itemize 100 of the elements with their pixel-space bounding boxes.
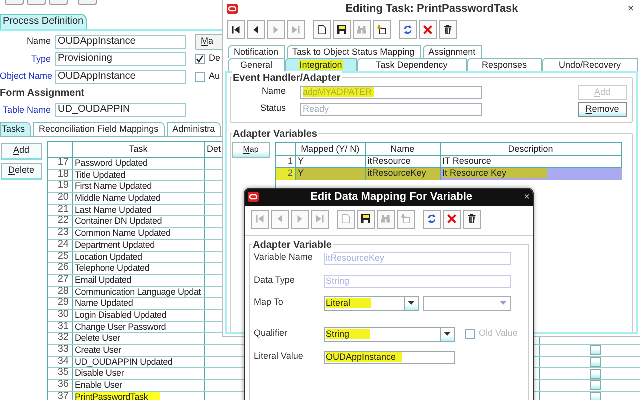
row-number: 32 [48,333,73,344]
table-row[interactable]: 1 Y itResource IT Resource [276,156,622,168]
checkbox-label: Old Value [479,327,518,340]
text-field[interactable]: OUDAppInstance [324,350,455,364]
field-label: Map To [253,296,284,310]
row-number: 23 [48,228,73,239]
map-button[interactable]: Map [232,142,270,158]
tab[interactable]: Notification [228,45,285,58]
table-cell: Disable User [75,368,124,380]
dropdown[interactable]: String [324,326,455,342]
toolbar-button[interactable] [313,20,331,39]
table-cell: Middle Name Updated [75,193,161,204]
action-button[interactable]: Remove [578,102,627,116]
refresh-icon [402,24,414,36]
row-number: 36 [48,380,73,391]
column-header: Description [440,143,622,155]
row-number: 22 [48,216,73,228]
page-icon [316,24,328,36]
toolbar-button[interactable] [247,20,265,39]
text-field[interactable]: UD_OUDAPPIN [55,103,186,118]
tab[interactable]: Tasks [0,122,32,136]
toolbar-button[interactable] [373,20,391,39]
table-cell: Delete User [75,333,120,344]
row-number: 33 [48,345,73,356]
row-number: 19 [48,181,73,192]
table-cell: First Name Updated [75,181,152,192]
checkbox[interactable] [590,368,601,379]
binoculars-icon [380,213,392,225]
table-row[interactable]: 2 Y itResourceKey It Resource Key [276,168,622,180]
toolbar-button[interactable] [333,20,351,39]
checkbox-label: De [209,52,221,66]
column-header: Task [73,142,205,157]
toolbar-button[interactable] [227,20,245,39]
caret-icon [444,332,451,336]
page-icon [340,213,352,225]
action-button[interactable]: Add [1,143,42,160]
table-cell: Password Updated [75,158,148,169]
row-number: 17 [48,158,73,169]
row-number: 26 [48,263,73,274]
toolbar-button[interactable] [357,210,375,228]
table-cell: Email Updated [75,274,132,286]
row-number: 31 [48,322,73,332]
checkbox[interactable] [590,380,601,390]
action-button[interactable]: Delete [1,163,42,180]
row-number: 20 [48,193,73,204]
dropdown[interactable]: Literal [324,296,419,310]
row-number: 25 [48,252,73,262]
tab[interactable]: Integration [285,58,357,71]
checkbox[interactable] [590,392,601,400]
field-label: Status [259,102,286,116]
tab[interactable]: Task to Object Status Mapping [286,45,421,58]
text-field[interactable]: Provisioning [55,52,186,66]
tab[interactable]: Responses [467,58,542,71]
skip-forward-icon [314,213,326,225]
tab[interactable]: Task Dependency [357,58,467,71]
field-label: Name [260,85,286,98]
checkbox[interactable] [195,72,205,82]
page-arrow-icon [376,24,388,36]
text-field[interactable]: OUDAppInstance [55,34,186,49]
toolbar-button[interactable] [439,20,457,39]
field-label: Data Type [253,274,296,288]
column-header: Name [366,143,441,155]
group-title: Event Handler/Adapter [232,71,342,86]
skip-back-icon [254,213,266,225]
row-number: 29 [48,298,73,309]
tab[interactable]: Assignment [422,45,482,58]
tab[interactable]: Reconciliation Field Mappings [33,122,165,136]
table-cell: Last Name Updated [75,204,152,216]
table-cell: Department Updated [75,240,155,251]
checkbox[interactable] [590,357,601,368]
tab[interactable]: Undo/Recovery [542,58,638,71]
table-cell: Create User [75,345,122,356]
toolbar-button[interactable] [399,20,417,39]
row-number: 28 [48,286,73,298]
field-label: Type [30,52,52,66]
caret-icon [500,301,507,305]
table-cell: Location Updated [75,252,142,262]
row-number: 37 [48,392,73,400]
close-button[interactable]: × [626,0,636,18]
checkbox[interactable] [590,345,601,356]
text-field[interactable]: OUDAppInstance [55,70,186,84]
window-title: Edit Data Mapping For Variable [310,190,474,205]
tab[interactable]: General [228,58,285,71]
checkbox[interactable] [195,54,205,64]
table-cell: UD_OUDAPPIN Updated [75,356,173,368]
toolbar-button[interactable] [463,210,481,228]
row-number: 30 [48,310,73,321]
trash-icon [466,213,478,225]
table-cell: Change User Password [75,322,166,332]
close-button[interactable]: × [524,190,530,205]
field-label: Object Name [0,70,52,83]
toolbar-button[interactable] [423,210,441,228]
row-number: 35 [48,368,73,380]
tab[interactable]: Administra [166,122,222,136]
tab[interactable]: Process Definition [0,14,87,29]
refresh-icon [426,213,438,225]
checkbox[interactable] [465,329,475,339]
cross-icon [422,24,434,36]
dropdown[interactable] [423,296,511,310]
row-number: 21 [48,204,73,216]
